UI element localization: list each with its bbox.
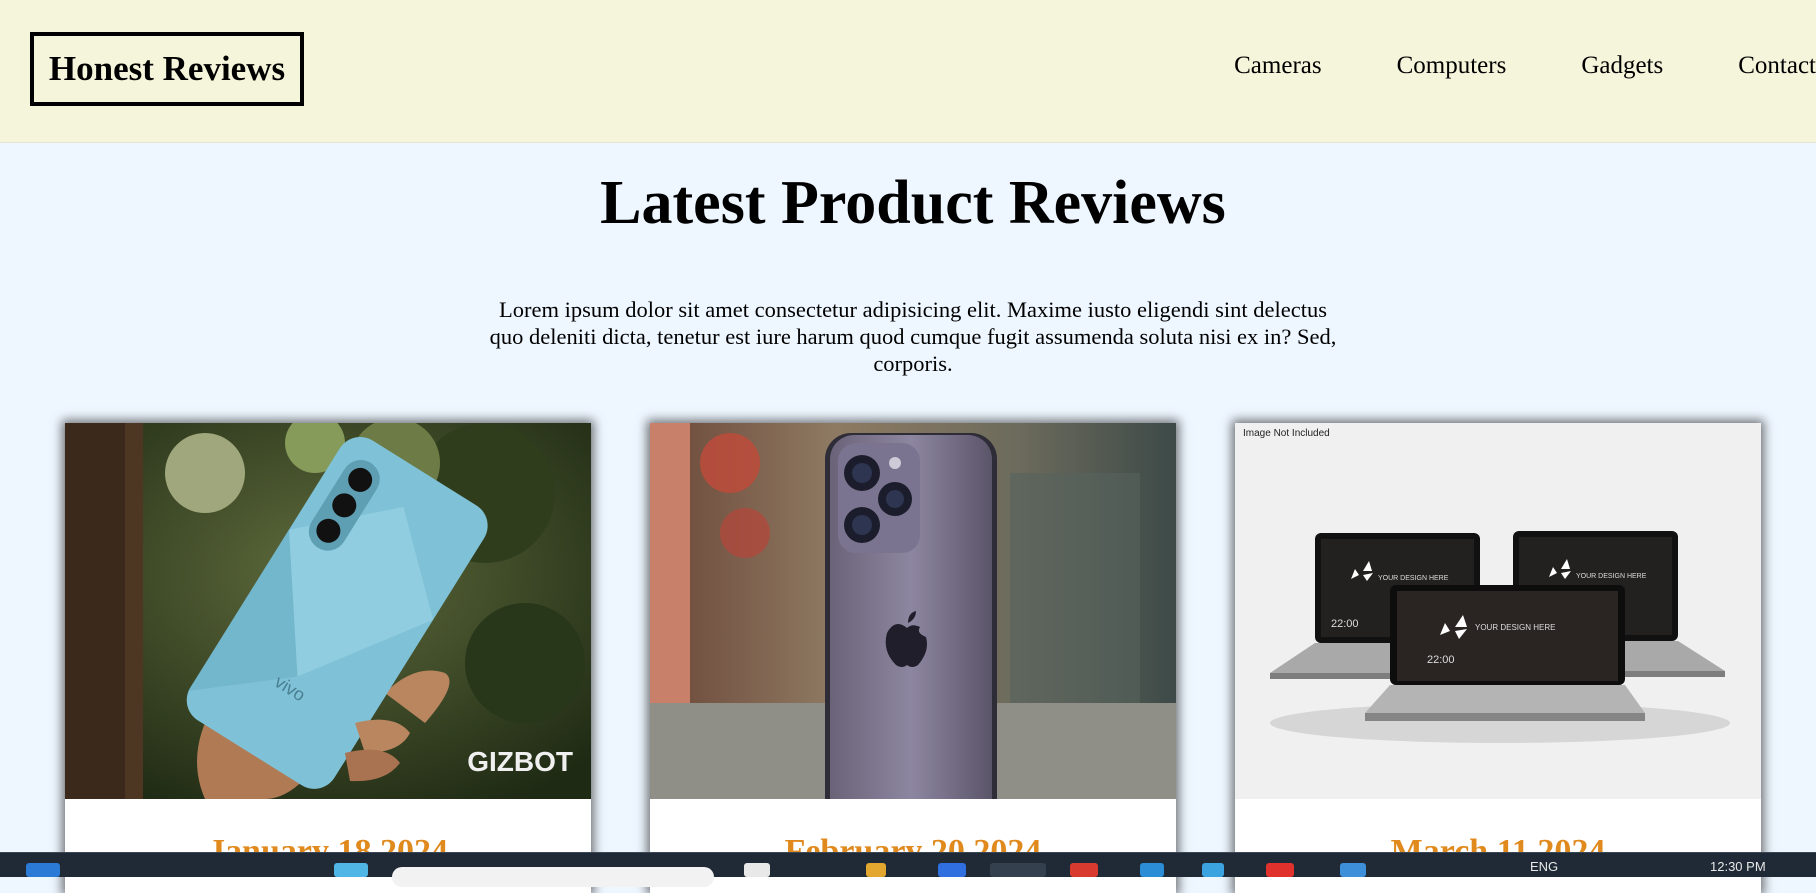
laptop-clock: 22:00: [1331, 618, 1359, 630]
laptops-illustration: YOUR DESIGN HERE YOUR DESIGN HERE YOUR D…: [1270, 531, 1730, 743]
watermark-text: GIZBOT: [467, 746, 573, 777]
main-nav: Cameras Computers Gadgets Contact: [1159, 52, 1816, 84]
nav-contact[interactable]: Contact: [1738, 52, 1816, 84]
intro-line: corporis.: [873, 351, 953, 376]
search-box[interactable]: [392, 867, 714, 887]
nav-computers[interactable]: Computers: [1397, 52, 1507, 84]
laptop-screen-text: YOUR DESIGN HERE: [1576, 573, 1647, 580]
clock-time[interactable]: 12:30 PM: [1710, 859, 1766, 874]
product-image-phone: vivo GIZBOT: [65, 423, 591, 799]
taskbar-app-icon[interactable]: [1140, 863, 1164, 877]
site-logo[interactable]: Honest Reviews: [30, 32, 304, 106]
product-image-iphone: [650, 423, 1176, 799]
laptop-screen-text: YOUR DESIGN HERE: [1378, 575, 1449, 582]
taskbar-app-icon[interactable]: [938, 863, 966, 877]
nav-gadgets[interactable]: Gadgets: [1581, 52, 1663, 84]
phone-in-hand-illustration: vivo GIZBOT: [65, 423, 591, 799]
review-card-1[interactable]: vivo GIZBOT January 18 2024: [65, 423, 591, 893]
nav-cameras[interactable]: Cameras: [1234, 52, 1321, 84]
taskbar-app-icon[interactable]: [744, 863, 770, 877]
laptop-clock: 22:00: [1427, 654, 1455, 666]
site-header: Honest Reviews Cameras Computers Gadgets…: [0, 0, 1816, 143]
taskbar-app-icon[interactable]: [1202, 863, 1224, 877]
image-note: Image Not Included: [1243, 428, 1330, 439]
product-image-laptops: Image Not Included YOUR DESIGN HERE YOUR…: [1235, 423, 1761, 799]
laptop-screen-text: YOUR DESIGN HERE: [1475, 623, 1555, 632]
os-taskbar: ENG 12:30 PM: [0, 852, 1816, 887]
taskbar-app-icon[interactable]: [990, 863, 1046, 877]
intro-line: quo deleniti dicta, tenetur est iure har…: [489, 324, 1337, 349]
review-card-3[interactable]: Image Not Included YOUR DESIGN HERE YOUR…: [1235, 423, 1761, 893]
intro-line: Lorem ipsum dolor sit amet consectetur a…: [499, 297, 1327, 322]
taskbar-app-icon[interactable]: [1340, 863, 1366, 877]
page-title: Latest Product Reviews: [600, 169, 1226, 237]
intro-text: Lorem ipsum dolor sit amet consectetur a…: [455, 296, 1371, 377]
review-card-2[interactable]: February 20 2024: [650, 423, 1176, 893]
widgets-icon[interactable]: [334, 863, 368, 877]
language-indicator[interactable]: ENG: [1530, 859, 1558, 874]
iphone-illustration: [650, 423, 1176, 799]
taskbar-app-icon[interactable]: [1266, 863, 1294, 877]
start-icon[interactable]: [26, 863, 60, 877]
taskbar-app-icon[interactable]: [866, 863, 886, 877]
taskbar-app-icon[interactable]: [1070, 863, 1098, 877]
